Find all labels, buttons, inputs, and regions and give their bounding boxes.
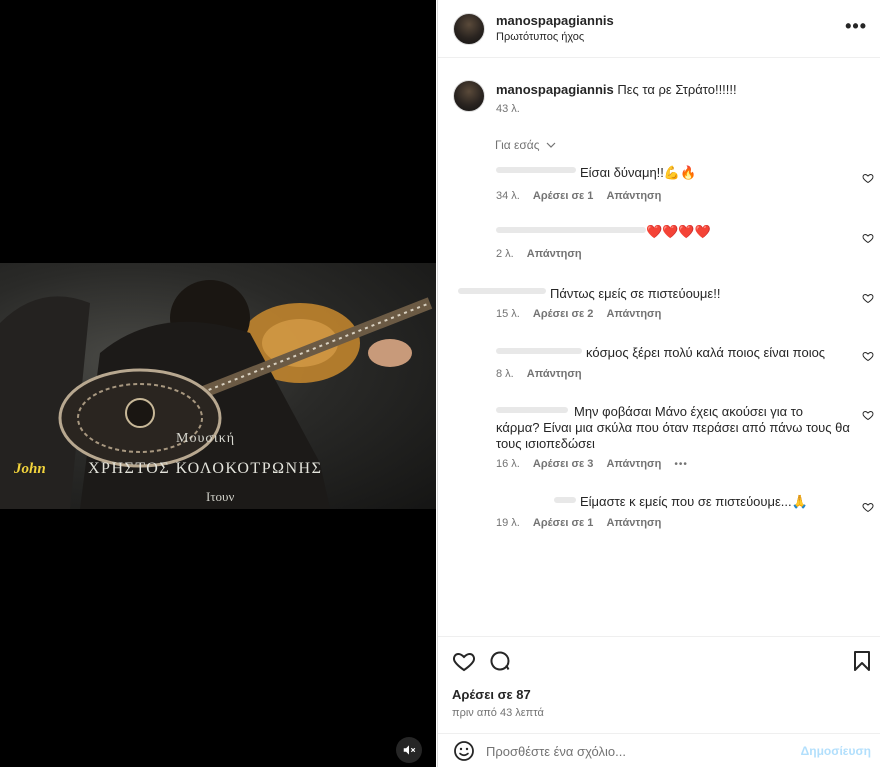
publish-button[interactable]: Δημοσίευση (801, 744, 871, 758)
heart-icon[interactable] (862, 232, 874, 244)
mute-button[interactable] (396, 737, 422, 763)
heart-icon[interactable] (862, 172, 874, 184)
heart-icon[interactable] (862, 350, 874, 362)
filter-label: Για εσάς (495, 138, 540, 152)
heart-icon[interactable] (862, 292, 874, 304)
post-side-panel: manospapagiannis Πρωτότυπος ήχος ••• man… (437, 0, 880, 767)
post-time: πριν από 43 λεπτά (452, 707, 544, 719)
comment-text: Πάντως εμείς σε πιστεύουμε!! (550, 286, 721, 301)
reply-button[interactable]: Απάντηση (606, 308, 661, 320)
caption-text: Πες τα ρε Στράτο!!!!!! (617, 82, 737, 97)
comment-likes[interactable]: Αρέσει σε 1 (533, 517, 594, 529)
comment-text: Είσαι δύναμη!!💪🔥 (580, 165, 697, 180)
bookmark-icon[interactable] (850, 649, 874, 673)
blurred-username (496, 348, 582, 354)
add-comment-bar: Δημοσίευση (438, 733, 880, 767)
comment-bubble-icon[interactable] (488, 649, 512, 673)
blurred-username (458, 288, 546, 294)
comment-text: κάρμα? Είναι μια σκύλα που όταν περάσει … (496, 420, 850, 435)
comment-text: Μην φοβάσαι Μάνο έχεις ακούσει για το (574, 404, 803, 419)
emoji-icon[interactable] (452, 739, 476, 763)
comment-time: 2 λ. (496, 248, 514, 260)
comment-likes[interactable]: Αρέσει σε 1 (533, 190, 594, 202)
speaker-muted-icon (403, 745, 416, 755)
reply-button[interactable]: Απάντηση (606, 190, 661, 202)
blurred-username (554, 497, 576, 503)
post-actions: Αρέσει σε 87 πριν από 43 λεπτά Δημοσίευσ… (438, 636, 880, 767)
blurred-username (496, 407, 568, 413)
comment-time: 34 λ. (496, 190, 520, 202)
video-panel[interactable]: Μουσική John ΧΡΗΣΤΟΣ ΚΟΛΟΚΟΤΡΩΝΗΣ Ιτουν (0, 0, 436, 767)
comment-input[interactable] (486, 740, 786, 762)
reply-button[interactable]: Απάντηση (527, 368, 582, 380)
comment-more-icon[interactable]: ••• (674, 459, 688, 470)
heart-icon[interactable] (862, 501, 874, 513)
overlay-bottom-text: Ιτουν (206, 489, 235, 504)
comment-likes[interactable]: Αρέσει σε 2 (533, 308, 594, 320)
caption-username[interactable]: manospapagiannis (496, 82, 614, 97)
comment-time: 19 λ. (496, 517, 520, 529)
caption-time: 43 λ. (496, 103, 520, 115)
more-options-icon[interactable]: ••• (845, 16, 867, 37)
like-heart-icon[interactable] (452, 649, 476, 673)
chevron-down-icon (546, 142, 556, 148)
comment-time: 16 λ. (496, 458, 520, 470)
comment-text: κόσμος ξέρει πολύ καλά ποιος είναι ποιος (586, 345, 826, 360)
comment-text: Είμαστε κ εμείς που σε πιστεύουμε...🙏 (580, 494, 808, 509)
comment-text: ❤️❤️❤️❤️ (646, 224, 711, 239)
blurred-username (496, 167, 576, 173)
reply-button[interactable]: Απάντηση (606, 458, 661, 470)
comment-filter-dropdown[interactable]: Για εσάς (495, 138, 556, 152)
reply-button[interactable]: Απάντηση (527, 248, 582, 260)
reply-button[interactable]: Απάντηση (606, 517, 661, 529)
comment-time: 15 λ. (496, 308, 520, 320)
comment-time: 8 λ. (496, 368, 514, 380)
overlay-left-text: John (14, 461, 46, 477)
overlay-main-text: ΧΡΗΣΤΟΣ ΚΟΛΟΚΟΤΡΩΝΗΣ (88, 460, 323, 477)
comment-text: τους ισιοπεδώσει (496, 436, 595, 451)
likes-count[interactable]: Αρέσει σε 87 (452, 687, 531, 702)
post-username[interactable]: manospapagiannis (496, 13, 614, 28)
heart-icon[interactable] (862, 409, 874, 421)
video-frame[interactable]: Μουσική John ΧΡΗΣΤΟΣ ΚΟΛΟΚΟΤΡΩΝΗΣ Ιτουν (0, 263, 436, 509)
audio-label[interactable]: Πρωτότυπος ήχος (496, 31, 584, 43)
blurred-username (496, 227, 646, 233)
overlay-top-text: Μουσική (176, 431, 236, 446)
avatar[interactable] (453, 13, 485, 45)
comment-likes[interactable]: Αρέσει σε 3 (533, 458, 594, 470)
post-header: manospapagiannis Πρωτότυπος ήχος ••• (438, 0, 880, 58)
avatar[interactable] (453, 80, 485, 112)
